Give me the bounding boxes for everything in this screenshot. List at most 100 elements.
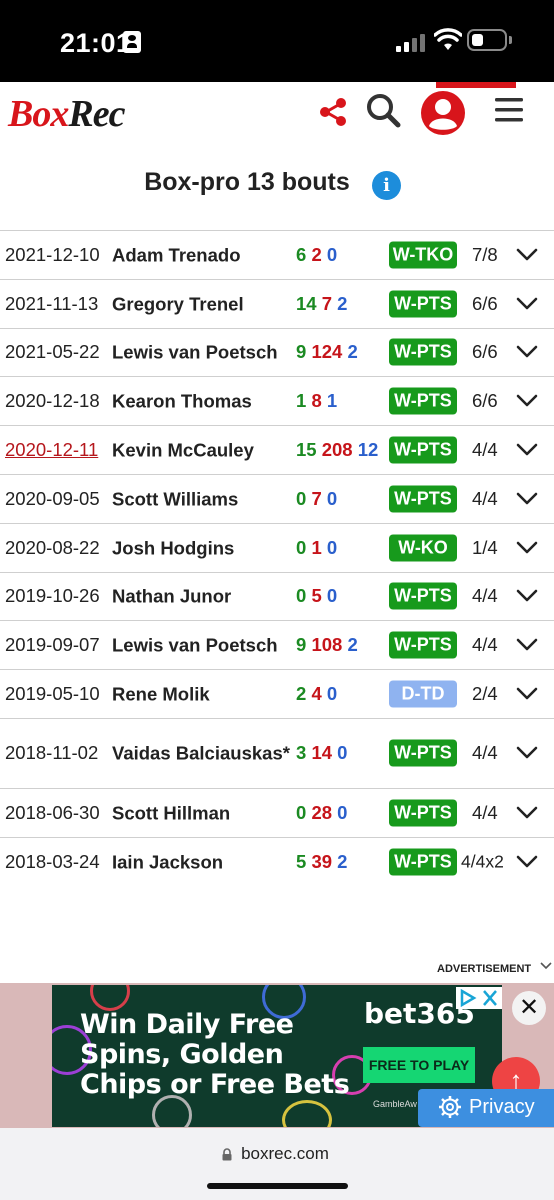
bout-date: 2018-06-30	[5, 801, 100, 823]
bout-row[interactable]: 2019-10-26 Nathan Junor 0 5 0 W-PTS 4/4	[0, 571, 554, 621]
bout-date: 2021-11-13	[5, 292, 99, 314]
cellular-signal-icon	[396, 32, 426, 52]
bout-row[interactable]: 2019-05-10 Rene Molik 2 4 0 D-TD 2/4	[0, 669, 554, 718]
opponent-record: 9 124 2	[296, 341, 358, 363]
ad-close-button[interactable]: ✕	[512, 991, 546, 1025]
opponent-wins: 1	[296, 390, 307, 412]
opponent-wins: 0	[296, 536, 307, 558]
opponent-wins: 0	[296, 585, 307, 607]
rounds: 4/4	[472, 439, 498, 461]
contact-card-icon	[123, 31, 141, 53]
result-badge: W-PTS	[389, 436, 457, 464]
opponent-losses: 1	[311, 536, 322, 558]
ad-cta-button[interactable]: FREE TO PLAY	[363, 1047, 475, 1083]
battery-icon	[467, 29, 507, 51]
opponent-name[interactable]: Gregory Trenel	[112, 292, 292, 315]
gear-icon	[439, 1096, 461, 1118]
opponent-losses: 2	[311, 243, 322, 265]
chevron-down-icon[interactable]	[516, 443, 538, 457]
menu-icon[interactable]	[494, 96, 524, 124]
opponent-draws: 0	[326, 683, 338, 705]
opponent-record: 15 208 12	[296, 439, 378, 461]
chevron-down-icon[interactable]	[516, 806, 538, 820]
result-badge: W-PTS	[389, 582, 457, 610]
opponent-name[interactable]: Lewis van Poetsch	[112, 634, 292, 657]
ad-collapse-chevron-icon[interactable]	[540, 961, 552, 971]
opponent-draws: 0	[326, 585, 338, 607]
chevron-down-icon[interactable]	[516, 746, 538, 760]
opponent-name[interactable]: Scott Hillman	[112, 801, 292, 824]
bouts-table: 2021-12-10 Adam Trenado 6 2 0 W-TKO 7/8 2021-…	[0, 230, 554, 886]
chevron-down-icon[interactable]	[516, 638, 538, 652]
privacy-button[interactable]: Privacy	[418, 1089, 554, 1127]
chevron-down-icon[interactable]	[516, 589, 538, 603]
chevron-down-icon[interactable]	[516, 345, 538, 359]
opponent-name[interactable]: Scott Williams	[112, 487, 292, 510]
opponent-record: 9 108 2	[296, 634, 358, 656]
opponent-name[interactable]: Kearon Thomas	[112, 390, 292, 413]
opponent-name[interactable]: Kevin McCauley	[112, 439, 292, 462]
wifi-icon	[434, 28, 462, 50]
rounds: 4/4	[472, 585, 498, 607]
opponent-name[interactable]: Josh Hodgins	[112, 536, 292, 559]
bout-row[interactable]: 2020-12-18 Kearon Thomas 1 8 1 W-PTS 6/6	[0, 376, 554, 425]
opponent-name[interactable]: Nathan Junor	[112, 585, 292, 608]
opponent-wins: 3	[296, 742, 307, 764]
url-text[interactable]: boxrec.com	[0, 1144, 554, 1164]
bout-date: 2019-09-07	[5, 634, 100, 656]
account-icon[interactable]	[420, 90, 466, 136]
opponent-wins: 14	[296, 292, 317, 314]
bout-row[interactable]: 2018-11-02 Vaidas Balciauskas* 3 14 0 W-PTS…	[0, 717, 554, 788]
bout-row[interactable]: 2021-12-10 Adam Trenado 6 2 0 W-TKO 7/8	[0, 230, 554, 279]
info-icon[interactable]: i	[372, 171, 401, 200]
chevron-down-icon[interactable]	[516, 687, 538, 701]
bout-row[interactable]: 2018-06-30 Scott Hillman 0 28 0 W-PTS 4/4	[0, 787, 554, 837]
bout-date[interactable]: 2020-12-11	[5, 439, 98, 461]
opponent-record: 14 7 2	[296, 293, 347, 315]
rounds: 6/6	[472, 292, 498, 314]
bout-row[interactable]: 2020-12-11 Kevin McCauley 15 208 12 W-PTS 4/…	[0, 425, 554, 474]
bout-row[interactable]: 2021-05-22 Lewis van Poetsch 9 124 2 W-PTS 6…	[0, 327, 554, 377]
result-badge: W-PTS	[389, 631, 457, 659]
opponent-record: 0 7 0	[296, 488, 337, 510]
opponent-draws: 0	[337, 742, 348, 764]
header-accent-strip	[436, 82, 516, 88]
bout-date: 2018-03-24	[5, 850, 100, 872]
bout-date: 2020-12-18	[5, 390, 100, 412]
chevron-down-icon[interactable]	[516, 855, 538, 869]
boxrec-logo[interactable]: BoxRec	[8, 92, 125, 136]
bout-row[interactable]: 2020-09-05 Scott Williams 0 7 0 W-PTS 4/4	[0, 473, 554, 523]
opponent-record: 5 39 2	[296, 851, 347, 873]
bout-row[interactable]: 2021-11-13 Gregory Trenel 14 7 2 W-PTS 6/6	[0, 278, 554, 328]
chevron-down-icon[interactable]	[516, 492, 538, 506]
opponent-record: 2 4 0	[296, 683, 337, 705]
opponent-name[interactable]: Rene Molik	[112, 683, 292, 706]
opponent-losses: 208	[321, 439, 353, 461]
browser-url-bar[interactable]	[0, 1128, 554, 1200]
bout-date: 2021-12-10	[5, 243, 100, 265]
opponent-name[interactable]: Lewis van Poetsch	[112, 341, 292, 364]
opponent-losses: 124	[311, 341, 343, 363]
adchoices-icon[interactable]	[456, 987, 502, 1009]
bout-row[interactable]: 2018-03-24 Iain Jackson 5 39 2 W-PTS 4/4x2	[0, 836, 554, 886]
ad-headline-line-2: Spins, Golden	[80, 1039, 284, 1070]
rounds: 6/6	[472, 390, 498, 412]
bout-row[interactable]: 2020-08-22 Josh Hodgins 0 1 0 W-KO 1/4	[0, 522, 554, 572]
chevron-down-icon[interactable]	[516, 248, 538, 262]
opponent-name[interactable]: Adam Trenado	[112, 243, 292, 266]
home-indicator[interactable]	[207, 1183, 348, 1189]
opponent-wins: 5	[296, 850, 307, 872]
opponent-name[interactable]: Iain Jackson	[112, 850, 292, 873]
opponent-draws: 2	[337, 292, 348, 314]
logo-box-text: Box	[8, 93, 69, 135]
share-icon[interactable]	[318, 97, 348, 127]
chevron-down-icon[interactable]	[516, 394, 538, 408]
opponent-name[interactable]: Vaidas Balciauskas*	[112, 742, 292, 765]
chevron-down-icon[interactable]	[516, 541, 538, 555]
search-icon[interactable]	[365, 92, 401, 128]
opponent-wins: 15	[296, 439, 317, 461]
status-bar: 21:01	[0, 0, 554, 82]
bout-row[interactable]: 2019-09-07 Lewis van Poetsch 9 108 2 W-PTS 4…	[0, 620, 554, 669]
rounds: 4/4	[472, 634, 498, 656]
chevron-down-icon[interactable]	[516, 297, 538, 311]
